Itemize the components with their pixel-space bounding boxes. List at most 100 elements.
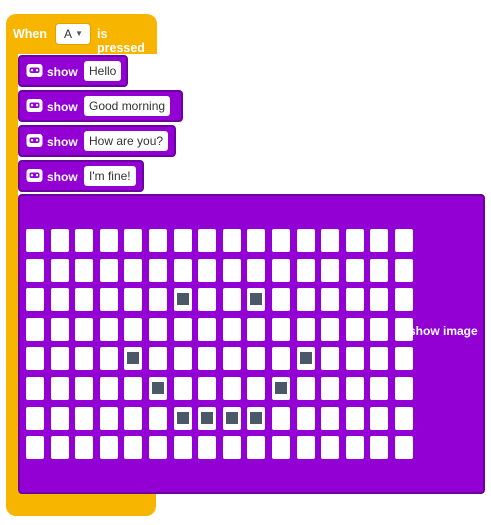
when-button-pressed-block[interactable]: When A ▼ is pressed bbox=[6, 14, 157, 55]
led-pixel-off[interactable] bbox=[321, 347, 340, 371]
led-pixel-off[interactable] bbox=[99, 406, 118, 430]
led-pixel-off[interactable] bbox=[124, 376, 143, 400]
led-pixel-on[interactable] bbox=[247, 406, 266, 430]
led-pixel-off[interactable] bbox=[222, 376, 241, 400]
led-pixel-off[interactable] bbox=[370, 406, 389, 430]
led-pixel-on[interactable] bbox=[148, 376, 167, 400]
led-pixel-off[interactable] bbox=[148, 288, 167, 312]
led-pixel-off[interactable] bbox=[296, 258, 315, 282]
led-pixel-off[interactable] bbox=[321, 317, 340, 341]
led-pixel-off[interactable] bbox=[50, 376, 69, 400]
led-pixel-off[interactable] bbox=[394, 288, 413, 312]
led-pixel-off[interactable] bbox=[296, 436, 315, 460]
led-pixel-off[interactable] bbox=[75, 376, 94, 400]
led-pixel-off[interactable] bbox=[75, 406, 94, 430]
led-pixel-off[interactable] bbox=[296, 406, 315, 430]
led-pixel-on[interactable] bbox=[173, 288, 192, 312]
led-pixel-off[interactable] bbox=[370, 258, 389, 282]
led-pixel-off[interactable] bbox=[173, 376, 192, 400]
led-pixel-off[interactable] bbox=[50, 288, 69, 312]
led-pixel-off[interactable] bbox=[26, 288, 44, 312]
led-pixel-off[interactable] bbox=[394, 376, 413, 400]
led-pixel-off[interactable] bbox=[370, 376, 389, 400]
led-pixel-off[interactable] bbox=[271, 229, 290, 252]
led-pixel-off[interactable] bbox=[50, 317, 69, 341]
led-pixel-off[interactable] bbox=[345, 229, 364, 252]
led-pixel-off[interactable] bbox=[394, 406, 413, 430]
led-pixel-off[interactable] bbox=[222, 229, 241, 252]
button-dropdown[interactable]: A ▼ bbox=[55, 23, 91, 45]
led-pixel-off[interactable] bbox=[321, 406, 340, 430]
led-pixel-off[interactable] bbox=[148, 347, 167, 371]
led-pixel-off[interactable] bbox=[222, 258, 241, 282]
led-pixel-off[interactable] bbox=[321, 229, 340, 252]
led-pixel-off[interactable] bbox=[26, 229, 44, 252]
led-pixel-off[interactable] bbox=[124, 317, 143, 341]
led-pixel-off[interactable] bbox=[394, 436, 413, 460]
led-pixel-off[interactable] bbox=[50, 229, 69, 252]
led-pixel-off[interactable] bbox=[75, 258, 94, 282]
show-text-input[interactable]: How are you? bbox=[84, 131, 169, 151]
led-pixel-off[interactable] bbox=[296, 288, 315, 312]
led-pixel-off[interactable] bbox=[198, 436, 217, 460]
led-pixel-on[interactable] bbox=[271, 376, 290, 400]
show-block-2[interactable]: show Good morning bbox=[18, 90, 183, 122]
led-pixel-off[interactable] bbox=[173, 258, 192, 282]
led-pixel-off[interactable] bbox=[321, 288, 340, 312]
led-pixel-off[interactable] bbox=[222, 347, 241, 371]
led-pixel-off[interactable] bbox=[198, 347, 217, 371]
led-pixel-off[interactable] bbox=[198, 317, 217, 341]
led-pixel-on[interactable] bbox=[198, 406, 217, 430]
led-pixel-off[interactable] bbox=[247, 258, 266, 282]
led-pixel-off[interactable] bbox=[370, 229, 389, 252]
led-pixel-off[interactable] bbox=[271, 258, 290, 282]
led-pixel-on[interactable] bbox=[173, 406, 192, 430]
led-pixel-off[interactable] bbox=[50, 436, 69, 460]
led-pixel-off[interactable] bbox=[148, 436, 167, 460]
led-pixel-off[interactable] bbox=[99, 288, 118, 312]
led-pixel-off[interactable] bbox=[345, 258, 364, 282]
led-pixel-off[interactable] bbox=[75, 347, 94, 371]
led-pixel-off[interactable] bbox=[124, 436, 143, 460]
led-pixel-off[interactable] bbox=[198, 258, 217, 282]
led-pixel-off[interactable] bbox=[124, 229, 143, 252]
led-pixel-on[interactable] bbox=[296, 347, 315, 371]
led-pixel-off[interactable] bbox=[75, 317, 94, 341]
led-pixel-off[interactable] bbox=[198, 376, 217, 400]
show-text-input[interactable]: Good morning bbox=[84, 96, 171, 116]
led-pixel-off[interactable] bbox=[222, 288, 241, 312]
led-pixel-off[interactable] bbox=[198, 288, 217, 312]
show-text-input[interactable]: I'm fine! bbox=[84, 166, 136, 186]
led-pixel-off[interactable] bbox=[345, 376, 364, 400]
led-pixel-off[interactable] bbox=[370, 288, 389, 312]
led-pixel-off[interactable] bbox=[296, 376, 315, 400]
led-pixel-off[interactable] bbox=[345, 317, 364, 341]
led-pixel-off[interactable] bbox=[124, 288, 143, 312]
led-pixel-off[interactable] bbox=[271, 347, 290, 371]
led-pixel-off[interactable] bbox=[148, 406, 167, 430]
led-pixel-off[interactable] bbox=[26, 436, 44, 460]
led-pixel-off[interactable] bbox=[370, 436, 389, 460]
led-pixel-off[interactable] bbox=[247, 317, 266, 341]
led-pixel-off[interactable] bbox=[50, 347, 69, 371]
led-pixel-off[interactable] bbox=[99, 258, 118, 282]
led-pixel-off[interactable] bbox=[222, 436, 241, 460]
led-pixel-off[interactable] bbox=[26, 347, 44, 371]
led-pixel-off[interactable] bbox=[394, 229, 413, 252]
led-pixel-off[interactable] bbox=[247, 436, 266, 460]
led-pixel-off[interactable] bbox=[394, 347, 413, 371]
led-pixel-off[interactable] bbox=[124, 406, 143, 430]
led-pixel-off[interactable] bbox=[50, 258, 69, 282]
led-pixel-off[interactable] bbox=[50, 406, 69, 430]
led-pixel-off[interactable] bbox=[75, 436, 94, 460]
led-pixel-off[interactable] bbox=[345, 347, 364, 371]
led-pixel-off[interactable] bbox=[173, 347, 192, 371]
led-pixel-off[interactable] bbox=[99, 436, 118, 460]
led-pixel-off[interactable] bbox=[198, 229, 217, 252]
led-pixel-off[interactable] bbox=[26, 376, 44, 400]
led-pixel-off[interactable] bbox=[124, 258, 143, 282]
led-pixel-on[interactable] bbox=[124, 347, 143, 371]
led-pixel-off[interactable] bbox=[321, 376, 340, 400]
led-pixel-off[interactable] bbox=[345, 406, 364, 430]
led-pixel-off[interactable] bbox=[148, 229, 167, 252]
